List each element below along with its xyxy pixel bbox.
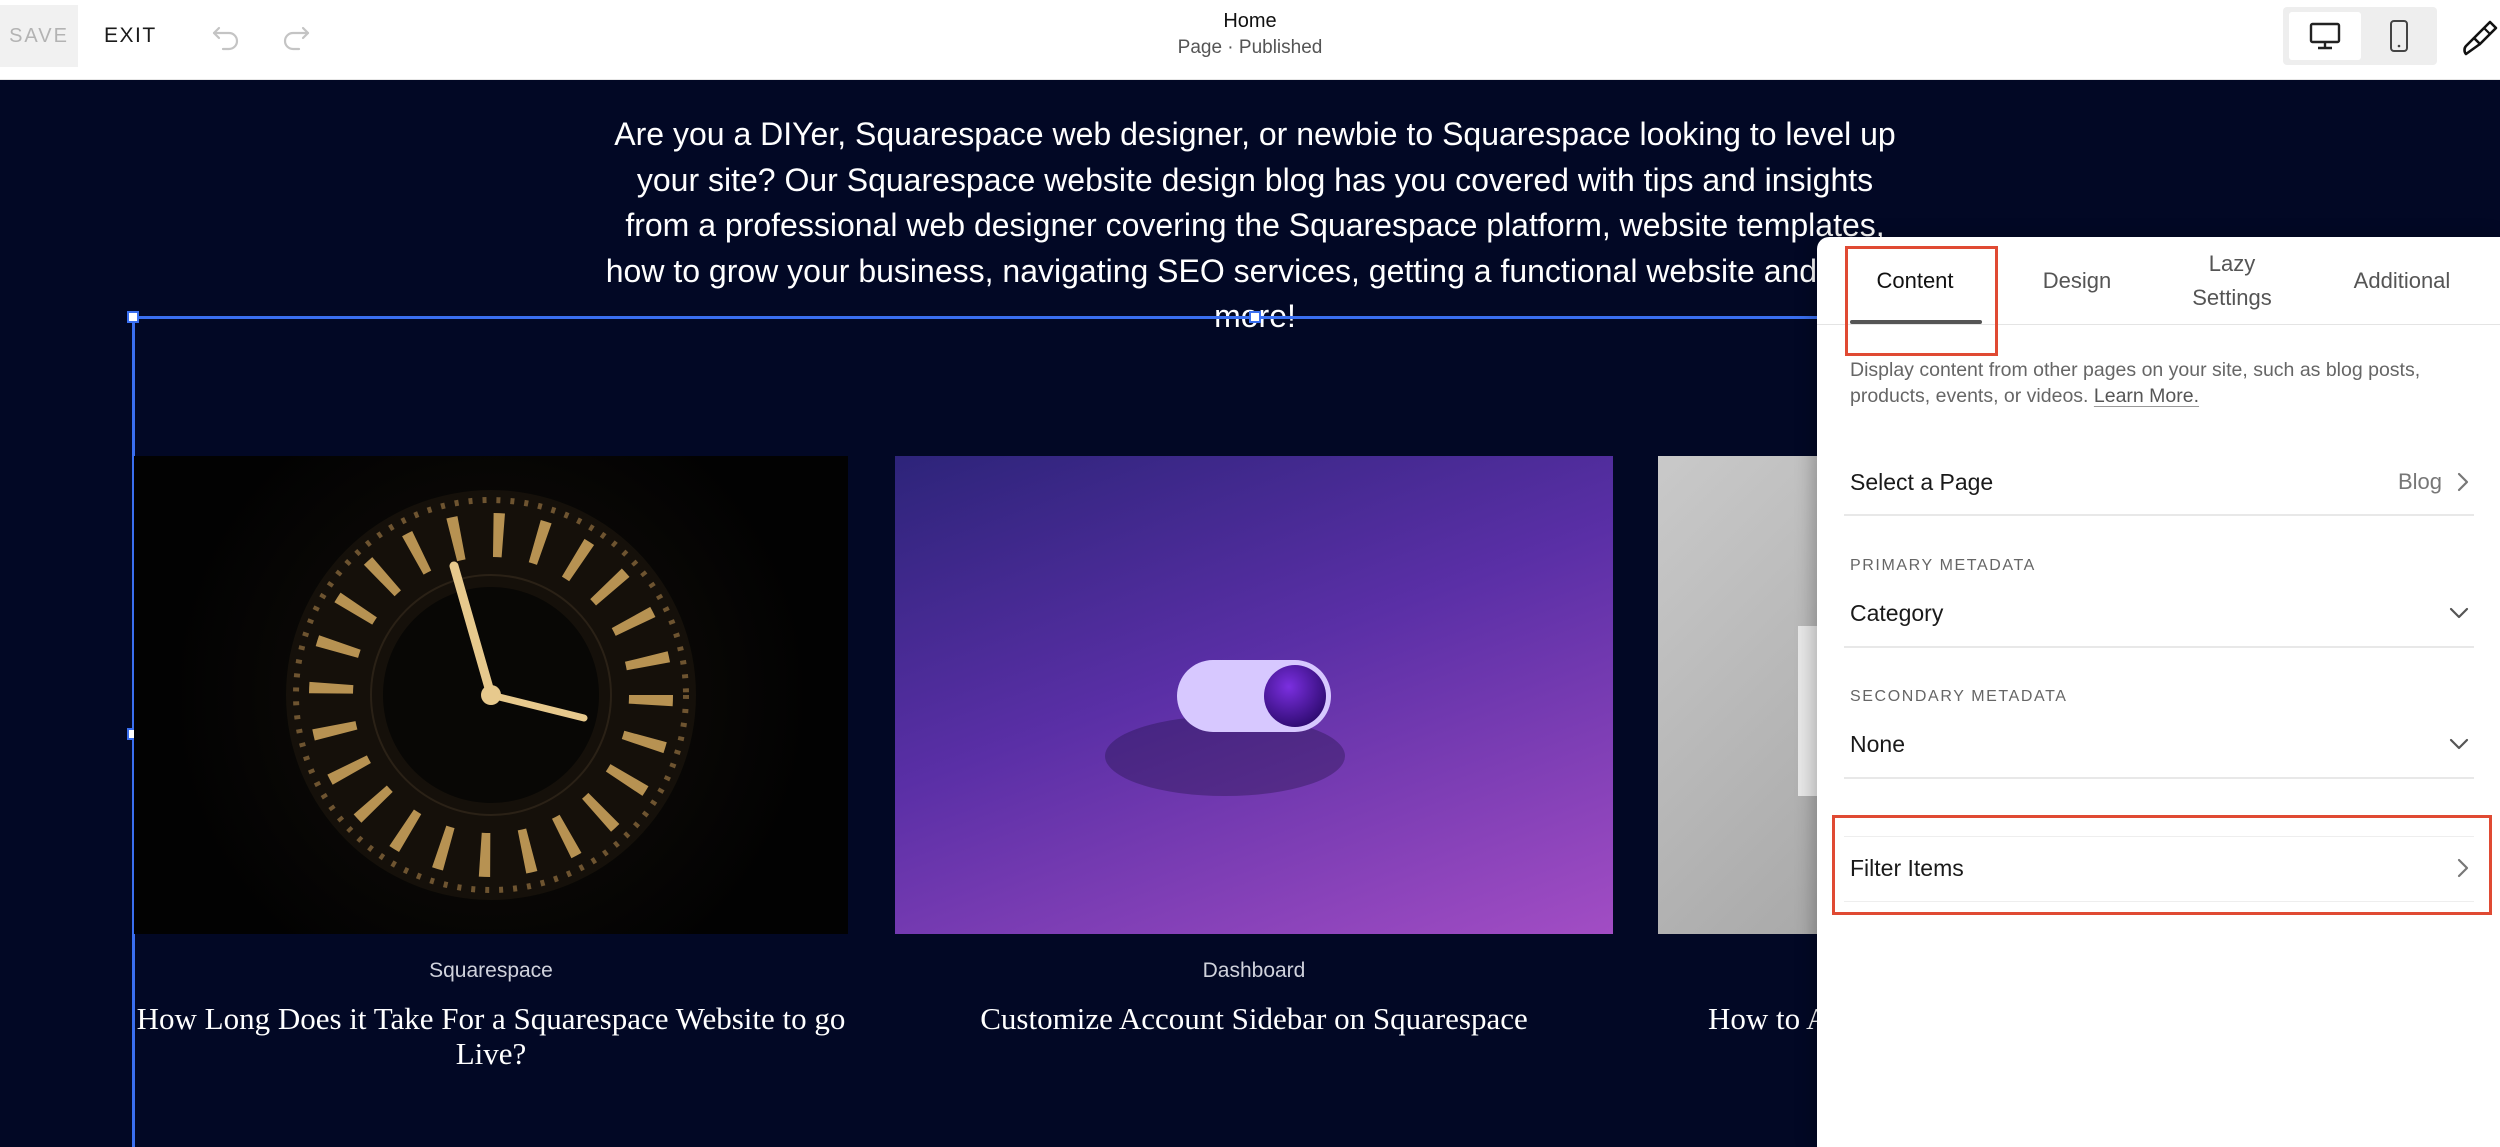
select-page-row[interactable]: Select a Page Blog bbox=[1850, 457, 2470, 507]
undo-icon[interactable] bbox=[208, 18, 244, 54]
card-image-third[interactable] bbox=[1658, 456, 1818, 934]
highlight-filter-items bbox=[1832, 815, 2492, 915]
card-title[interactable]: Customize Account Sidebar on Squarespace bbox=[895, 1001, 1613, 1036]
mobile-icon bbox=[2390, 20, 2408, 52]
secondary-metadata-label: SECONDARY METADATA bbox=[1850, 688, 2068, 705]
resize-handle-top-left[interactable] bbox=[127, 311, 139, 323]
tab-design[interactable]: Design bbox=[2007, 237, 2147, 325]
mobile-view-button[interactable] bbox=[2367, 12, 2431, 60]
panel-description: Display content from other pages on your… bbox=[1850, 357, 2470, 409]
primary-metadata-value: Category bbox=[1850, 599, 1944, 626]
desktop-view-button[interactable] bbox=[2289, 12, 2361, 60]
desktop-icon bbox=[2309, 22, 2341, 50]
selection-outline-top bbox=[132, 316, 1832, 319]
card-category[interactable]: Squarespace bbox=[134, 959, 848, 983]
chevron-down-icon bbox=[2449, 738, 2469, 750]
secondary-metadata-value: None bbox=[1850, 730, 1905, 757]
highlight-content-tab bbox=[1845, 246, 1998, 356]
chevron-down-icon bbox=[2449, 607, 2469, 619]
select-page-label: Select a Page bbox=[1850, 468, 1994, 495]
divider bbox=[1844, 777, 2474, 779]
divider bbox=[1844, 514, 2474, 516]
card-image-toggle[interactable] bbox=[895, 456, 1613, 934]
tab-lazy-settings[interactable]: Lazy Settings bbox=[2162, 237, 2302, 325]
blog-intro-text: Are you a DIYer, Squarespace web designe… bbox=[605, 116, 1904, 334]
card-category[interactable]: Dashboard bbox=[895, 959, 1613, 983]
device-view-toggle bbox=[2283, 7, 2437, 65]
tab-additional[interactable]: Additional bbox=[2317, 237, 2487, 325]
divider bbox=[1844, 646, 2474, 648]
page-title-block[interactable]: Home Page · Published bbox=[1100, 10, 1400, 59]
primary-metadata-select[interactable]: Category bbox=[1850, 588, 2470, 638]
select-page-value: Blog bbox=[2397, 469, 2442, 494]
page-status: Page · Published bbox=[1177, 37, 1323, 58]
exit-button[interactable]: EXIT bbox=[104, 5, 157, 67]
tab-lazy-line1: Lazy bbox=[2208, 251, 2256, 276]
card-image-clock[interactable] bbox=[134, 456, 848, 934]
site-styles-brush-icon[interactable] bbox=[2460, 18, 2500, 58]
resize-handle-top-center[interactable] bbox=[1249, 311, 1261, 323]
clock-illustration bbox=[286, 490, 696, 900]
summary-block-settings-panel: Content Design Lazy Settings Additional D… bbox=[1817, 237, 2500, 1147]
toggle-switch-illustration bbox=[1105, 660, 1345, 796]
redo-icon[interactable] bbox=[278, 18, 314, 54]
secondary-metadata-select[interactable]: None bbox=[1850, 719, 2470, 769]
save-button[interactable]: SAVE bbox=[0, 5, 78, 67]
tab-lazy-settings-label: Lazy Settings bbox=[2192, 247, 2272, 315]
learn-more-link[interactable]: Learn More. bbox=[2094, 385, 2199, 407]
primary-metadata-label: PRIMARY METADATA bbox=[1850, 557, 2036, 574]
page-title: Home bbox=[1223, 10, 1277, 32]
chevron-right-icon bbox=[2457, 472, 2469, 492]
tab-lazy-line2: Settings bbox=[2192, 285, 2272, 310]
editor-toolbar: SAVE EXIT Home Page · Published bbox=[0, 0, 2500, 80]
card-title[interactable]: How Long Does it Take For a Squarespace … bbox=[134, 1001, 848, 1071]
